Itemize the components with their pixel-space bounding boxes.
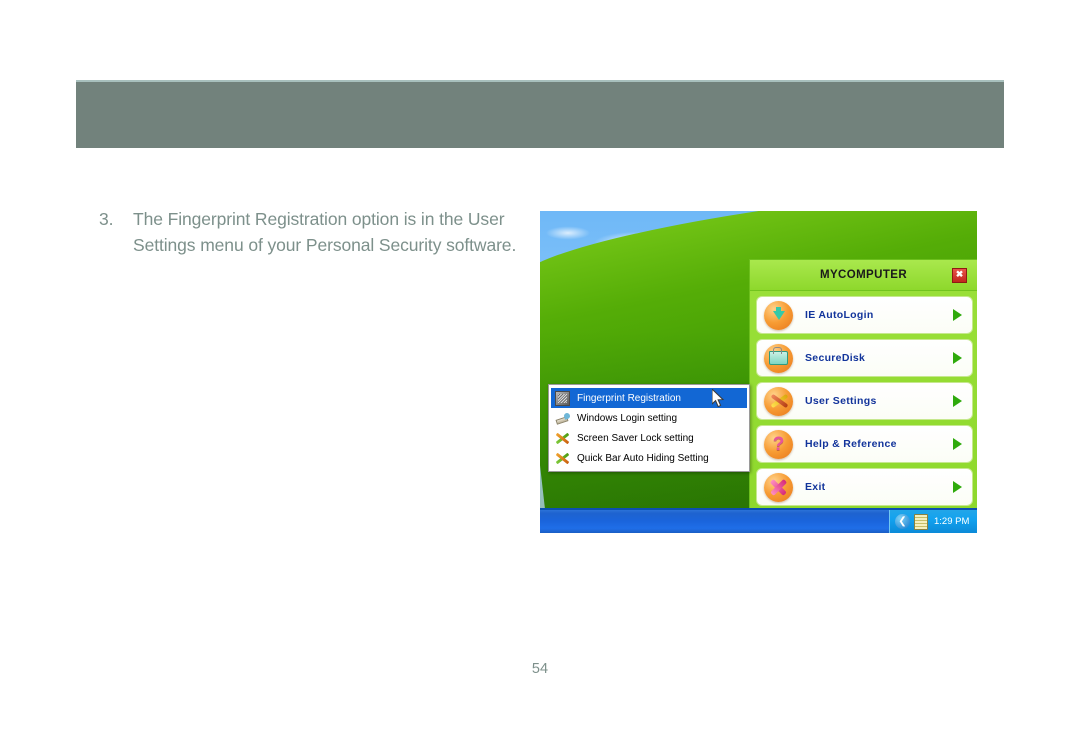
context-menu-item-windows-login-setting[interactable]: Windows Login setting [551, 408, 747, 428]
context-menu-item-label: Windows Login setting [577, 412, 678, 424]
context-menu-item-label: Screen Saver Lock setting [577, 432, 694, 444]
close-x-icon [764, 472, 793, 502]
tray-application-icon[interactable] [914, 513, 928, 530]
panel-title: MYCOMPUTER [819, 269, 908, 281]
instruction-step: 3. The Fingerprint Registration option i… [99, 207, 519, 258]
panel-titlebar: MYCOMPUTER ✖ [750, 260, 977, 291]
context-menu-item-label: Quick Bar Auto Hiding Setting [577, 452, 709, 464]
chevron-right-icon [953, 309, 962, 321]
tools-icon [555, 431, 570, 446]
folder-lock-icon [764, 343, 793, 373]
page-header-band [76, 80, 1004, 148]
chevron-right-icon [953, 438, 962, 450]
context-menu-item-screen-saver-lock-setting[interactable]: Screen Saver Lock setting [551, 428, 747, 448]
chevron-right-icon [953, 395, 962, 407]
panel-item-label: IE AutoLogin [805, 309, 874, 321]
close-icon[interactable]: ✖ [952, 268, 967, 283]
panel-item-ie-autologin[interactable]: IE AutoLogin [756, 296, 973, 334]
context-menu-item-quick-bar-auto-hiding-setting[interactable]: Quick Bar Auto Hiding Setting [551, 448, 747, 468]
tools-icon [555, 451, 570, 466]
step-text: The Fingerprint Registration option is i… [133, 209, 517, 255]
panel-item-label: SecureDisk [805, 352, 866, 364]
panel-item-help-reference[interactable]: ? Help & Reference [756, 425, 973, 463]
mouse-arrow-cursor [712, 389, 725, 408]
download-arrow-icon [764, 300, 793, 330]
mycomputer-panel: MYCOMPUTER ✖ IE AutoLogin SecureDisk Use… [749, 259, 977, 513]
panel-item-label: Help & Reference [805, 438, 897, 450]
question-mark-icon: ? [764, 429, 793, 459]
panel-item-securedisk[interactable]: SecureDisk [756, 339, 973, 377]
system-tray: ❮ 1:29 PM [889, 510, 977, 533]
context-menu-item-label: Fingerprint Registration [577, 392, 681, 404]
show-hidden-icons-chevron-icon[interactable]: ❮ [895, 514, 910, 529]
pencil-icon [555, 411, 570, 426]
panel-item-label: Exit [805, 481, 826, 493]
panel-item-exit[interactable]: Exit [756, 468, 973, 506]
page-number: 54 [531, 661, 549, 677]
taskbar-clock[interactable]: 1:29 PM [934, 516, 969, 527]
panel-item-label: User Settings [805, 395, 877, 407]
tools-icon [764, 386, 793, 416]
fingerprint-scanner-icon [555, 390, 570, 406]
step-number: 3. [99, 209, 114, 229]
screenshot-figure: MYCOMPUTER ✖ IE AutoLogin SecureDisk Use… [540, 211, 977, 533]
chevron-right-icon [953, 352, 962, 364]
panel-item-user-settings[interactable]: User Settings [756, 382, 973, 420]
taskbar: ❮ 1:29 PM [540, 508, 977, 533]
chevron-right-icon [953, 481, 962, 493]
